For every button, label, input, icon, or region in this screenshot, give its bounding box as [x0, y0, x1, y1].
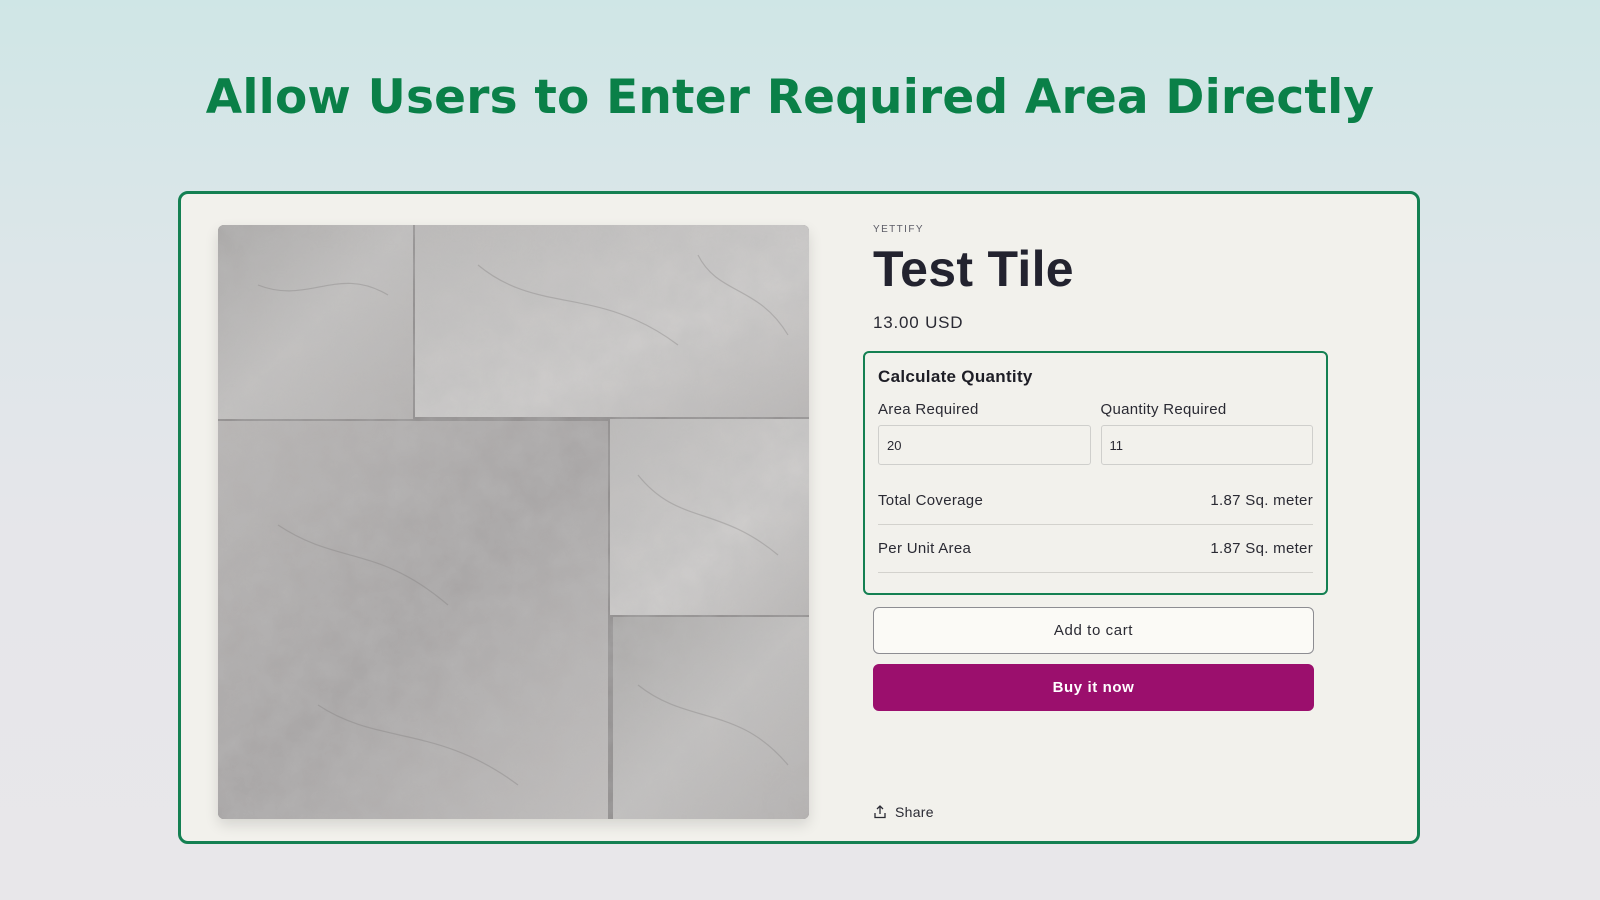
add-to-cart-button[interactable]: Add to cart	[873, 607, 1314, 654]
total-coverage-label: Total Coverage	[878, 492, 984, 509]
calculate-quantity-panel: Calculate Quantity Area Required Quantit…	[863, 351, 1328, 595]
per-unit-area-row: Per Unit Area 1.87 Sq. meter	[878, 525, 1313, 573]
quantity-required-label: Quantity Required	[1100, 401, 1227, 418]
product-info: YETTIFY Test Tile 13.00 USD	[873, 224, 1343, 333]
area-required-field: Area Required	[878, 401, 1091, 465]
product-image[interactable]	[218, 225, 809, 819]
banner-title: Allow Users to Enter Required Area Direc…	[205, 70, 1375, 125]
quantity-required-field: Quantity Required	[1100, 401, 1313, 465]
total-coverage-row: Total Coverage 1.87 Sq. meter	[878, 477, 1313, 525]
calculator-fields: Area Required Quantity Required	[878, 401, 1313, 465]
total-coverage-value: 1.87 Sq. meter	[1210, 492, 1313, 509]
buy-it-now-button[interactable]: Buy it now	[873, 664, 1314, 711]
per-unit-area-value: 1.87 Sq. meter	[1210, 540, 1313, 557]
product-vendor: YETTIFY	[873, 224, 924, 235]
share-button[interactable]: Share	[873, 804, 934, 820]
area-required-input[interactable]	[878, 425, 1091, 465]
product-title: Test Tile	[873, 241, 1074, 297]
share-label: Share	[895, 804, 934, 820]
product-price: 13.00 USD	[873, 313, 964, 332]
share-icon	[874, 805, 886, 819]
stone-tile-image	[218, 225, 809, 819]
calculate-quantity-title: Calculate Quantity	[878, 367, 1033, 386]
product-card: YETTIFY Test Tile 13.00 USD Calculate Qu…	[178, 191, 1420, 844]
quantity-required-input[interactable]	[1100, 425, 1313, 465]
area-required-label: Area Required	[878, 401, 979, 418]
per-unit-area-label: Per Unit Area	[878, 540, 972, 557]
